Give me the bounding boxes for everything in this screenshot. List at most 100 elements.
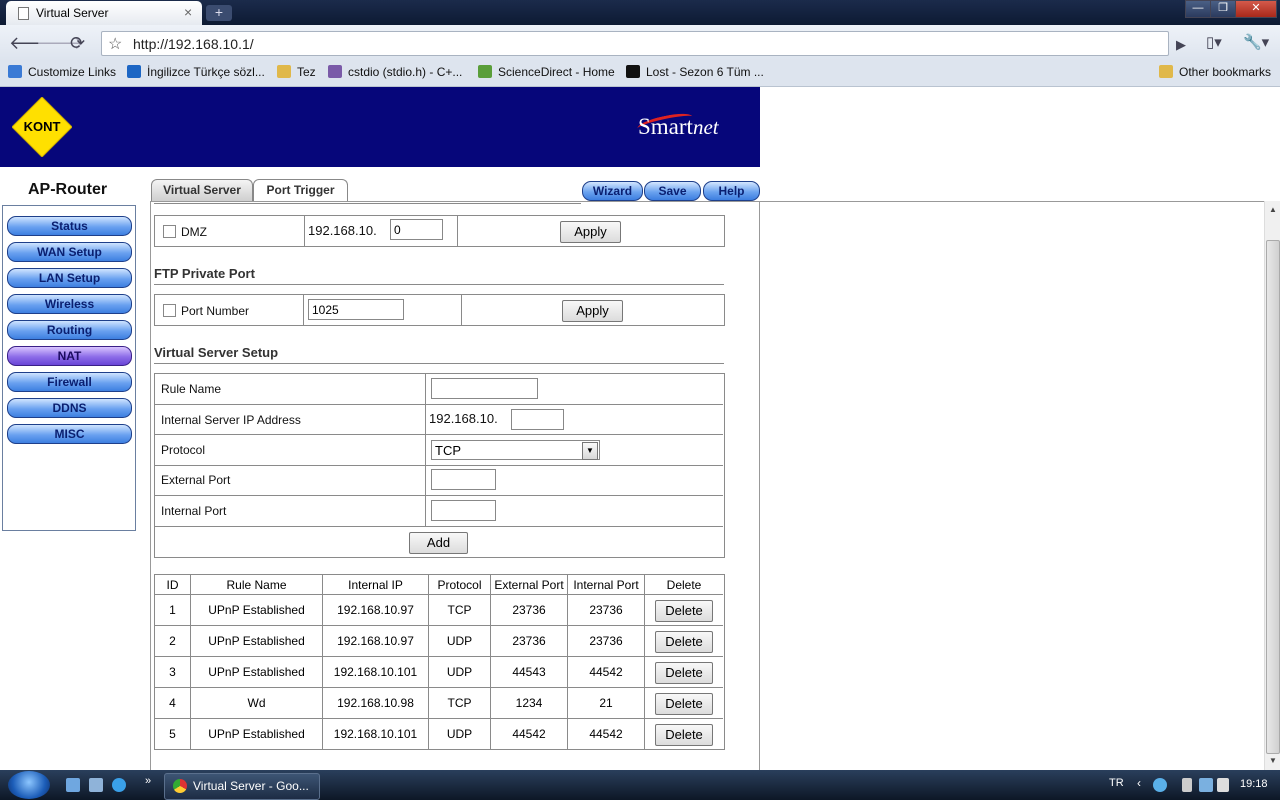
bookmark-lost[interactable]: Lost - Sezon 6 Tüm ...: [626, 65, 764, 79]
page-icon: [8, 65, 22, 78]
tray-expand-icon[interactable]: ‹: [1137, 776, 1141, 790]
maximize-button[interactable]: ❐: [1210, 0, 1236, 18]
page-menu-icon[interactable]: ▯▾: [1206, 34, 1222, 52]
window-switcher-icon[interactable]: [89, 778, 103, 792]
cell-rule-name: UPnP Established: [208, 665, 305, 679]
divider: [155, 526, 723, 527]
tab-virtual-server[interactable]: Virtual Server: [151, 179, 253, 201]
menu-ddns[interactable]: DDNS: [7, 398, 132, 418]
start-button[interactable]: [8, 771, 50, 799]
delete-button[interactable]: Delete: [655, 600, 713, 622]
cell-rule-name: UPnP Established: [208, 603, 305, 617]
delete-button[interactable]: Delete: [655, 724, 713, 746]
language-indicator[interactable]: TR: [1109, 777, 1124, 789]
internal-port-input[interactable]: [431, 500, 496, 521]
clock[interactable]: 19:18: [1240, 778, 1268, 790]
bookmark-customize-links[interactable]: Customize Links: [8, 65, 116, 79]
menu-routing[interactable]: Routing: [7, 320, 132, 340]
divider: [154, 363, 724, 364]
scroll-up-icon[interactable]: ▲: [1269, 205, 1277, 214]
cell-id: 4: [169, 696, 176, 710]
delete-button[interactable]: Delete: [655, 662, 713, 684]
menu-status[interactable]: Status: [7, 216, 132, 236]
bookmark-label: Other bookmarks: [1179, 65, 1272, 79]
network-icon[interactable]: [1153, 778, 1167, 792]
divider: [154, 284, 724, 285]
column-header-delete: Delete: [666, 578, 702, 592]
protocol-select[interactable]: TCP ▼: [431, 440, 600, 460]
add-button[interactable]: Add: [409, 532, 468, 554]
tab-close-button[interactable]: ×: [184, 4, 192, 20]
bookmarks-bar: Customize Links İngilizce Türkçe sözl...…: [0, 61, 1280, 87]
divider: [304, 216, 305, 246]
column-header-rule-name: Rule Name: [226, 578, 287, 592]
scroll-down-icon[interactable]: ▼: [1269, 756, 1277, 765]
cell-internal-ip: 192.168.10.97: [337, 603, 414, 617]
reload-icon[interactable]: ⟳: [70, 34, 85, 52]
cell-id: 2: [169, 634, 176, 648]
divider: [155, 404, 723, 405]
cell-internal-port: 21: [599, 696, 613, 710]
bookmark-label: Lost - Sezon 6 Tüm ...: [646, 65, 764, 79]
wrench-icon[interactable]: 🔧▾: [1243, 34, 1269, 52]
show-desktop-icon[interactable]: [66, 778, 80, 792]
browser-tab[interactable]: Virtual Server ×: [6, 1, 202, 25]
wizard-button[interactable]: Wizard: [582, 181, 643, 201]
cell-internal-port: 23736: [589, 634, 623, 648]
external-port-label: External Port: [161, 473, 231, 487]
internal-ip-input[interactable]: [511, 409, 564, 430]
menu-firewall[interactable]: Firewall: [7, 372, 132, 392]
delete-button[interactable]: Delete: [655, 693, 713, 715]
minimize-button[interactable]: —: [1185, 0, 1211, 18]
menu-nat[interactable]: NAT: [7, 346, 132, 366]
s-logo-icon: [127, 65, 141, 78]
bookmark-sciencedirect[interactable]: ScienceDirect - Home: [478, 65, 615, 79]
cplusplus-icon: [328, 65, 342, 78]
bookmark-ingilizce[interactable]: İngilizce Türkçe sözl...: [127, 65, 265, 79]
device-icon[interactable]: [1182, 778, 1192, 792]
menu-lan-setup[interactable]: LAN Setup: [7, 268, 132, 288]
cell-external-port: 1234: [515, 696, 543, 710]
column-header-internal-ip: Internal IP: [348, 578, 403, 592]
volume-icon[interactable]: [1217, 778, 1229, 792]
dmz-ip-input[interactable]: 0: [390, 219, 443, 240]
cell-protocol: UDP: [446, 665, 473, 679]
router-banner: KONT Smartnet: [0, 87, 760, 167]
network-status-icon[interactable]: [1199, 778, 1213, 792]
dmz-checkbox[interactable]: [163, 225, 176, 238]
external-port-input[interactable]: [431, 469, 496, 490]
save-button[interactable]: Save: [644, 181, 701, 201]
menu-misc[interactable]: MISC: [7, 424, 132, 444]
menu-wireless[interactable]: Wireless: [7, 294, 132, 314]
menu-wan-setup[interactable]: WAN Setup: [7, 242, 132, 262]
ftp-checkbox[interactable]: [163, 304, 176, 317]
sidebar-menu: Status WAN Setup LAN Setup Wireless Rout…: [2, 205, 136, 531]
help-button[interactable]: Help: [703, 181, 760, 201]
tab-port-trigger[interactable]: Port Trigger: [253, 179, 348, 201]
other-bookmarks[interactable]: Other bookmarks: [1159, 65, 1271, 79]
bookmark-cstdio[interactable]: cstdio (stdio.h) - C+...: [328, 65, 462, 79]
chevron-down-icon[interactable]: ▼: [582, 442, 598, 460]
quicklaunch-expand-icon[interactable]: »: [145, 775, 151, 787]
ftp-apply-button[interactable]: Apply: [562, 300, 623, 322]
column-header-external-port: External Port: [494, 578, 564, 592]
play-icon[interactable]: ▶: [1176, 36, 1186, 54]
page-title: AP-Router: [28, 181, 108, 198]
rule-name-input[interactable]: [431, 378, 538, 399]
scrollbar-thumb[interactable]: [1266, 240, 1280, 754]
delete-button[interactable]: Delete: [655, 631, 713, 653]
page-icon: [18, 7, 29, 20]
cell-rule-name: Wd: [247, 696, 266, 710]
ftp-port-input[interactable]: 1025: [308, 299, 404, 320]
address-bar[interactable]: ☆ http://192.168.10.1/: [101, 31, 1169, 56]
cell-internal-ip: 192.168.10.97: [337, 634, 414, 648]
close-window-button[interactable]: ✕: [1235, 0, 1277, 18]
new-tab-button[interactable]: +: [206, 5, 232, 21]
dmz-apply-button[interactable]: Apply: [560, 221, 621, 243]
ie-icon[interactable]: [112, 778, 126, 792]
column-header-internal-port: Internal Port: [573, 578, 639, 592]
taskbar-item-chrome[interactable]: Virtual Server - Goo...: [164, 773, 320, 800]
divider: [155, 495, 723, 496]
star-icon[interactable]: ☆: [108, 34, 122, 54]
bookmark-tez[interactable]: Tez: [277, 65, 316, 79]
